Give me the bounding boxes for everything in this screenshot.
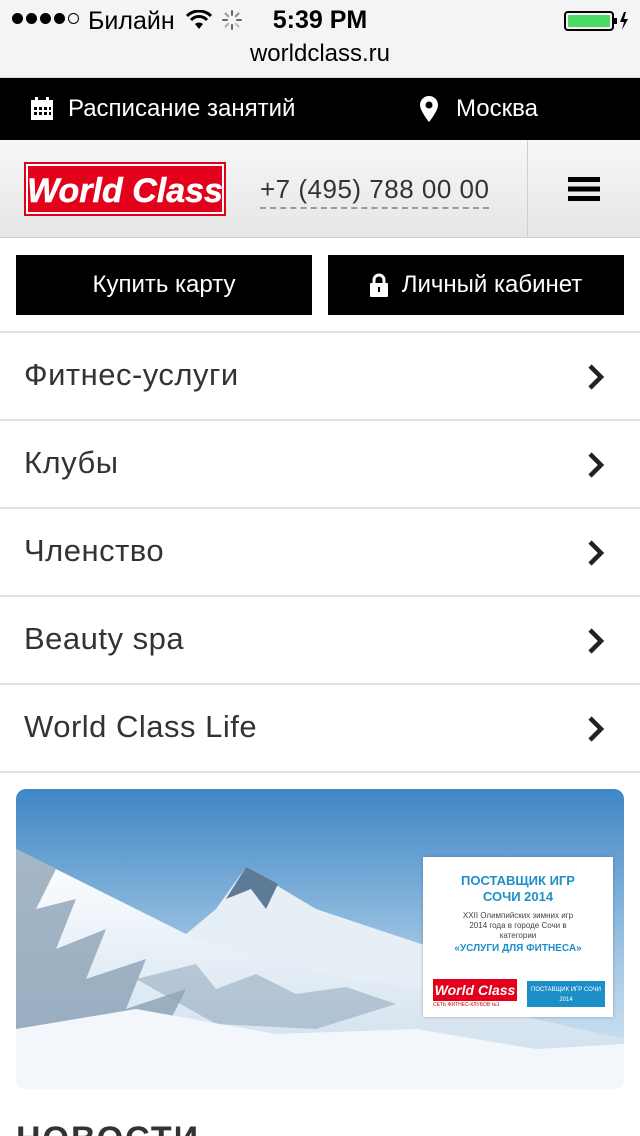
nav-item-label: Фитнес-услуги <box>24 357 239 392</box>
promo-logo-subtitle: СЕТЬ ФИТНЕС-КЛУБОВ №1 <box>433 1002 500 1008</box>
status-bar: Билайн 5:39 PM worldclass.ru <box>0 0 640 78</box>
calendar-icon <box>31 97 53 120</box>
promo-banner[interactable]: ПОСТАВЩИК ИГР СОЧИ 2014 XXII Олимпийских… <box>16 789 624 1089</box>
promo-accent: «УСЛУГИ ДЛЯ ФИТНЕСА» <box>454 943 582 954</box>
promo-text: XXII Олимпийских зимних игр 2014 года в … <box>462 911 574 940</box>
buy-card-button[interactable]: Купить карту <box>16 255 312 315</box>
logo-text: World Class <box>27 172 223 210</box>
nav-item-label: Членство <box>24 533 165 568</box>
top-bar: Расписание занятий Москва <box>0 78 640 140</box>
sochi-2014-promo-card: ПОСТАВЩИК ИГР СОЧИ 2014 XXII Олимпийских… <box>423 857 613 1017</box>
city-selector[interactable]: Москва <box>420 78 538 140</box>
site-header: World Class +7 (495) 788 00 00 <box>0 140 640 238</box>
chevron-right-icon <box>588 540 605 566</box>
battery-icon <box>564 11 628 31</box>
address-bar-url[interactable]: worldclass.ru <box>0 40 640 68</box>
personal-cabinet-label: Личный кабинет <box>401 271 583 298</box>
nav-item-beauty-spa[interactable]: Beauty spa <box>0 597 640 685</box>
location-pin-icon <box>420 96 438 122</box>
buy-card-label: Купить карту <box>92 271 236 298</box>
nav-item-fitness-services[interactable]: Фитнес-услуги <box>0 333 640 421</box>
nav-item-membership[interactable]: Членство <box>0 509 640 597</box>
world-class-logo[interactable]: World Class <box>24 162 226 216</box>
nav-item-label: World Class Life <box>24 709 258 744</box>
lock-icon <box>369 273 388 297</box>
svg-text:World Class: World Class <box>435 982 516 998</box>
chevron-right-icon <box>588 628 605 654</box>
schedule-label: Расписание занятий <box>68 95 296 122</box>
hamburger-menu-icon <box>568 177 600 201</box>
news-heading: НОВОСТИ <box>16 1120 200 1136</box>
status-time: 5:39 PM <box>272 6 368 34</box>
promo-title: ПОСТАВЩИК ИГР СОЧИ 2014 <box>461 873 575 904</box>
chevron-right-icon <box>588 364 605 390</box>
promo-badge: ПОСТАВЩИК ИГР СОЧИ 2014 <box>527 981 605 1007</box>
nav-item-label: Клубы <box>24 445 119 480</box>
nav-item-clubs[interactable]: Клубы <box>0 421 640 509</box>
chevron-right-icon <box>588 452 605 478</box>
chevron-right-icon <box>588 716 605 742</box>
nav-item-world-class-life[interactable]: World Class Life <box>0 685 640 773</box>
promo-world-class-logo: World Class <box>433 979 517 1001</box>
main-nav-list: Фитнес-услуги Клубы Членство Beauty spa … <box>0 331 640 773</box>
city-label: Москва <box>456 95 538 122</box>
nav-item-label: Beauty spa <box>24 621 185 656</box>
personal-cabinet-button[interactable]: Личный кабинет <box>328 255 624 315</box>
menu-button[interactable] <box>527 140 640 238</box>
phone-link[interactable]: +7 (495) 788 00 00 <box>260 174 490 209</box>
schedule-link[interactable]: Расписание занятий <box>30 78 295 140</box>
